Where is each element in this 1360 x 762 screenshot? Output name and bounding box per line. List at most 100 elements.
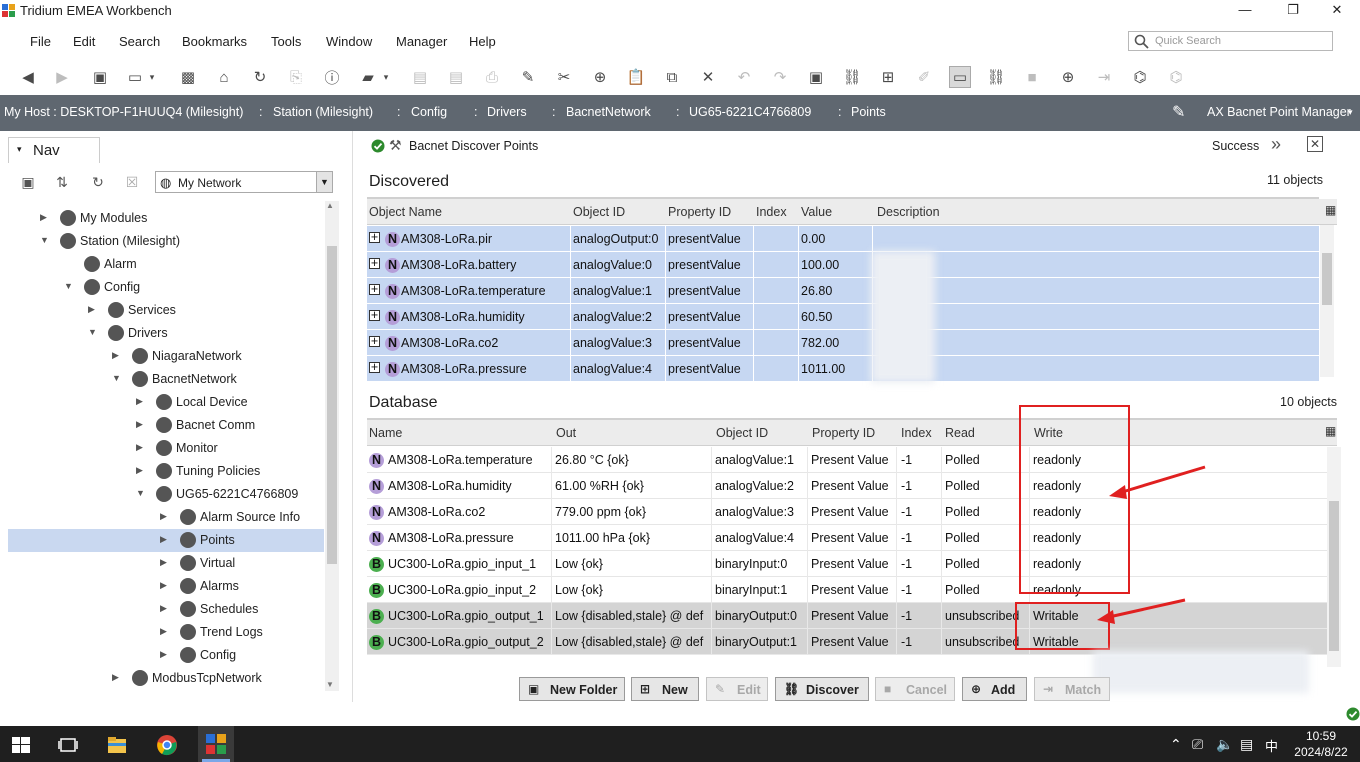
col-object-name[interactable]: Object Name [369, 205, 442, 219]
close-icon[interactable]: ☒ [122, 174, 142, 194]
nav-tree-item[interactable]: ▶ Config [8, 644, 324, 667]
nav-tree-item[interactable]: ▶ Tuning Policies [8, 460, 324, 483]
table-row[interactable]: N AM308-LoRa.pressure 1011.00 hPa {ok} anal… [367, 525, 1327, 551]
expand-toggle-icon[interactable]: ▼ [112, 373, 121, 383]
nav-tree-item[interactable]: ▶ Alarm Source Info [8, 506, 324, 529]
col-name[interactable]: Name [369, 426, 402, 440]
menu-manager[interactable]: Manager [396, 34, 447, 49]
nav-tree-item[interactable]: ▶ Services [8, 299, 324, 322]
expand-toggle-icon[interactable]: ▶ [88, 304, 95, 315]
menu-help[interactable]: Help [469, 34, 496, 49]
discovered-row[interactable]: + N AM308-LoRa.pir analogOutput:0 presentVal… [367, 226, 1319, 252]
tag-dim-icon[interactable]: ⌬ [1166, 67, 1186, 87]
expand-toggle-icon[interactable]: ▼ [88, 327, 97, 337]
nav-tree-item[interactable]: ▶ Schedules [8, 598, 324, 621]
breadcrumb-host[interactable]: My Host : DESKTOP-F1HUUQ4 (Milesight) [4, 105, 243, 119]
save-all-icon[interactable]: ▤ [446, 67, 466, 87]
column-chooser-icon[interactable]: ▦ [1325, 203, 1336, 217]
expand-toggle-icon[interactable]: ▶ [112, 672, 119, 683]
database-scrollbar-thumb[interactable] [1329, 501, 1339, 651]
discovered-row[interactable]: + N AM308-LoRa.co2 analogValue:3 presentValu… [367, 330, 1319, 356]
side-bar-dropdown-icon[interactable]: ▾ [146, 67, 158, 87]
nav-scrollbar-thumb[interactable] [327, 246, 337, 564]
expand-toggle-icon[interactable]: ▶ [136, 396, 143, 407]
side-bar-icon[interactable]: ▭ [125, 67, 145, 87]
column-chooser-icon[interactable]: ▦ [1325, 424, 1336, 438]
match-button[interactable]: ⇥ Match [1034, 677, 1110, 701]
expand-plus-icon[interactable]: + [369, 283, 380, 295]
expand-toggle-icon[interactable]: ▶ [136, 419, 143, 430]
discover-button[interactable]: ⛓ Discover [775, 677, 869, 701]
breadcrumb-station[interactable]: Station (Milesight) [273, 105, 373, 119]
expand-toggle-icon[interactable]: ▶ [136, 442, 143, 453]
add-button[interactable]: ⊕ Add [962, 677, 1027, 701]
table-row[interactable]: N AM308-LoRa.co2 779.00 ppm {ok} analogValu… [367, 499, 1327, 525]
match-icon[interactable]: ⇥ [1094, 67, 1114, 87]
export-icon[interactable]: ⎙ [482, 67, 502, 87]
discovered-row[interactable]: + N AM308-LoRa.battery analogValue:0 present… [367, 252, 1319, 278]
chrome-icon[interactable] [156, 734, 178, 756]
maximize-button[interactable]: ❐ [1270, 0, 1316, 22]
cut-icon[interactable]: ✂ [554, 67, 574, 87]
nav-tree-item[interactable]: ▼ Config [8, 276, 324, 299]
expand-toggle-icon[interactable]: ▶ [160, 649, 167, 660]
nav-tab[interactable]: ▾ Nav [8, 137, 100, 163]
new-folder-icon[interactable]: ▣ [806, 67, 826, 87]
breadcrumb-network[interactable]: BacnetNetwork [566, 105, 651, 119]
nav-tree-item[interactable]: ▶ Monitor [8, 437, 324, 460]
breadcrumb-drivers[interactable]: Drivers [487, 105, 527, 119]
nav-tree-item[interactable]: ▶ ModbusTcpNetwork [8, 667, 324, 690]
new-folder-button[interactable]: ▣ New Folder [519, 677, 625, 701]
edit-doc-icon[interactable]: ✎ [518, 67, 538, 87]
up-level-icon[interactable]: ▣ [90, 67, 110, 87]
discovered-scrollbar-thumb[interactable] [1322, 253, 1332, 305]
clock[interactable]: 10:59 2024/8/22 [1288, 728, 1354, 760]
nav-tree-item[interactable]: ▶ Alarms [8, 575, 324, 598]
expand-plus-icon[interactable]: + [369, 361, 380, 373]
col-property-id[interactable]: Property ID [668, 205, 731, 219]
expand-toggle-icon[interactable]: ▼ [136, 488, 145, 498]
notifications-icon[interactable]: ▤ [1240, 736, 1253, 753]
breadcrumb-device[interactable]: UG65-6221C4766809 [689, 105, 811, 119]
undo-icon[interactable]: ↶ [734, 67, 754, 87]
discovered-tab[interactable]: Discovered [369, 173, 460, 193]
file-explorer-icon[interactable] [106, 734, 128, 756]
folder-icon[interactable]: ▩ [178, 67, 198, 87]
delete-icon[interactable]: ✕ [698, 67, 718, 87]
edit-button[interactable]: ✎ Edit [706, 677, 768, 701]
nav-tree-item[interactable]: ▼ BacnetNetwork [8, 368, 324, 391]
expand-toggle-icon[interactable]: ▶ [40, 212, 47, 223]
open-dropdown-icon[interactable]: ▾ [380, 67, 392, 87]
network-icon[interactable]: ⎚ [1192, 736, 1203, 753]
volume-icon[interactable]: 🔈 [1216, 736, 1233, 753]
pencil-icon[interactable]: ✎ [1172, 102, 1185, 122]
menu-bookmarks[interactable]: Bookmarks [182, 34, 247, 49]
manager-view-icon[interactable]: ▭ [949, 66, 971, 88]
col-value[interactable]: Value [801, 205, 832, 219]
close-button[interactable]: ✕ [1314, 0, 1360, 22]
spy-icon[interactable]: ⎘ [286, 67, 306, 87]
discovered-row[interactable]: + N AM308-LoRa.humidity analogValue:2 presen… [367, 304, 1319, 330]
nav-tree-item[interactable]: ▶ Bacnet Comm [8, 414, 324, 437]
database-tab[interactable]: Database [369, 394, 438, 412]
expand-toggle-icon[interactable]: ▼ [40, 235, 49, 245]
info-icon[interactable]: ⓘ [322, 67, 342, 87]
paste-icon[interactable]: 📋 [626, 67, 646, 87]
col-description[interactable]: Description [877, 205, 940, 219]
nav-tree-item[interactable]: Alarm [8, 253, 324, 276]
expand-plus-icon[interactable]: + [369, 335, 380, 347]
link-icon[interactable]: ⛓ [842, 67, 862, 87]
nav-tree-item[interactable]: ▶ My Modules [8, 207, 324, 230]
save-icon[interactable]: ▤ [410, 67, 430, 87]
expand-plus-icon[interactable]: + [369, 257, 380, 269]
forward-icon[interactable]: ▶ [52, 67, 72, 87]
table-row[interactable]: B UC300-LoRa.gpio_input_1 Low {ok} binaryIn… [367, 551, 1327, 577]
workbench-taskbar-item[interactable] [198, 726, 234, 762]
nav-tree-item[interactable]: ▶ Trend Logs [8, 621, 324, 644]
col-read[interactable]: Read [945, 426, 975, 440]
expand-toggle-icon[interactable]: ▶ [160, 580, 167, 591]
scroll-down-icon[interactable]: ▼ [326, 680, 334, 689]
discover-icon[interactable]: ⛓ [986, 67, 1006, 87]
nav-tree-item[interactable]: ▶ Points [8, 529, 324, 552]
expand-toggle-icon[interactable]: ▶ [136, 465, 143, 476]
